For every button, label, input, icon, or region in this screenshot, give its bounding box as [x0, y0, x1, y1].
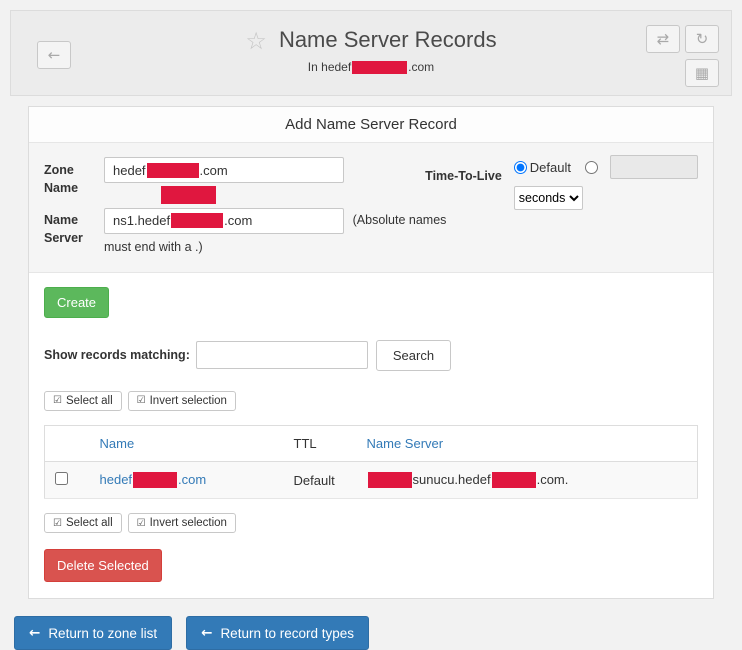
column-header-name[interactable]: Name — [90, 425, 284, 461]
select-all-label: Select all — [66, 517, 113, 529]
redaction-block — [352, 61, 407, 74]
refresh-icon: ↻ — [696, 30, 709, 48]
back-button[interactable]: ← — [37, 41, 71, 69]
header-checkbox-cell — [45, 425, 90, 461]
delete-selected-button[interactable]: Delete Selected — [44, 549, 162, 582]
add-record-form: Zone Name hedef .com Name Server ns1.hede… — [29, 143, 713, 273]
name-server-value-suffix: .com — [224, 213, 252, 228]
zone-name-value-prefix: hedef — [113, 163, 146, 178]
row-name-cell: hedef .com — [90, 461, 284, 499]
sync-icon: ⇄ — [657, 30, 670, 48]
name-server-label: Name Server — [44, 207, 104, 260]
left-arrow-icon: ← — [29, 625, 40, 641]
zone-name-input[interactable]: hedef .com — [104, 157, 344, 183]
redaction-block — [171, 213, 223, 228]
row-name-server-cell: sunucu.hedef .com. — [357, 461, 698, 499]
ttl-label: Time-To-Live — [425, 169, 502, 210]
records-table: Name TTL Name Server hedef .com Default — [44, 425, 698, 500]
select-all-button[interactable]: ☑ Select all — [44, 391, 122, 411]
page-footer: ← Return to zone list ← Return to record… — [14, 616, 728, 650]
page-title: ☆ Name Server Records — [245, 27, 496, 55]
refresh-button[interactable]: ↻ — [685, 25, 719, 53]
record-name-link[interactable]: hedef .com — [100, 472, 207, 487]
zone-name-label: Zone Name — [44, 157, 104, 205]
redaction-block — [147, 163, 199, 178]
return-to-record-types-label: Return to record types — [220, 626, 354, 641]
left-arrow-icon: ← — [201, 625, 212, 641]
return-to-zone-list-button[interactable]: ← Return to zone list — [14, 616, 172, 650]
column-header-name-server[interactable]: Name Server — [357, 425, 698, 461]
row-ttl-cell: Default — [284, 461, 357, 499]
table-header-row: Name TTL Name Server — [45, 425, 698, 461]
checkbox-icon: ☑ — [137, 395, 146, 406]
select-all-button[interactable]: ☑ Select all — [44, 513, 122, 533]
row-checkbox[interactable] — [55, 472, 68, 485]
redaction-block — [368, 472, 412, 488]
selection-controls-top: ☑ Select all ☑ Invert selection — [44, 391, 698, 411]
name-server-row: Name Server ns1.hedef.com (Absolute name… — [44, 207, 698, 260]
invert-selection-button[interactable]: ☑ Invert selection — [128, 513, 236, 533]
redaction-block — [161, 186, 216, 204]
invert-selection-button[interactable]: ☑ Invert selection — [128, 391, 236, 411]
column-header-ttl: TTL — [284, 425, 357, 461]
page-subtitle: In hedef .com — [11, 60, 731, 74]
redaction-block — [492, 472, 536, 488]
checkbox-icon: ☑ — [53, 518, 62, 529]
page-title-text: Name Server Records — [279, 27, 497, 52]
content-panel: Add Name Server Record Zone Name hedef .c… — [28, 106, 714, 599]
checkbox-icon: ☑ — [53, 395, 62, 406]
ttl-default-radio-label[interactable]: Default — [530, 160, 571, 175]
create-button[interactable]: Create — [44, 287, 109, 318]
search-button[interactable]: Search — [376, 340, 451, 371]
checkbox-icon: ☑ — [137, 518, 146, 529]
record-server-suffix: .com. — [537, 472, 569, 487]
back-arrow-icon: ← — [48, 46, 61, 64]
ttl-unit-select[interactable]: seconds — [514, 186, 583, 210]
table-row: hedef .com Default sunucu.hedef .com. — [45, 461, 698, 499]
ttl-custom-radio[interactable] — [585, 161, 598, 174]
search-label: Show records matching: — [44, 348, 190, 362]
record-server-mid: sunucu.hedef — [413, 472, 491, 487]
name-server-value-prefix: ns1.hedef — [113, 213, 170, 228]
select-all-label: Select all — [66, 395, 113, 407]
ttl-block: Time-To-Live Default seconds — [425, 155, 698, 210]
favorite-star-icon[interactable]: ☆ — [245, 27, 267, 55]
module-grid-button[interactable]: ▦ — [685, 59, 719, 87]
return-to-zone-list-label: Return to zone list — [48, 626, 157, 641]
panel-body: Create Show records matching: Search ☑ S… — [29, 273, 713, 599]
search-row: Show records matching: Search — [44, 340, 698, 371]
ttl-value-input[interactable] — [610, 155, 698, 179]
selection-controls-bottom: ☑ Select all ☑ Invert selection — [44, 513, 698, 533]
subtitle-suffix: .com — [408, 60, 434, 74]
zone-name-value-suffix: .com — [200, 163, 228, 178]
page-header: ← ☆ Name Server Records In hedef .com ⇄ ↻ … — [10, 10, 732, 96]
search-input[interactable] — [196, 341, 368, 369]
invert-selection-label: Invert selection — [150, 395, 227, 407]
name-server-input[interactable]: ns1.hedef .com — [104, 208, 344, 234]
title-wrap: ☆ Name Server Records In hedef .com — [11, 11, 731, 74]
header-actions: ⇄ ↻ ▦ — [646, 25, 719, 87]
page: ← ☆ Name Server Records In hedef .com ⇄ ↻ … — [0, 0, 742, 650]
return-to-record-types-button[interactable]: ← Return to record types — [186, 616, 369, 650]
ttl-default-radio[interactable] — [514, 161, 527, 174]
sync-button[interactable]: ⇄ — [646, 25, 680, 53]
record-name-prefix: hedef — [100, 472, 133, 487]
panel-title: Add Name Server Record — [29, 107, 713, 143]
record-name-suffix: .com — [178, 472, 206, 487]
redaction-block — [133, 472, 177, 488]
grid-icon: ▦ — [695, 64, 709, 82]
subtitle-prefix: In hedef — [308, 60, 351, 74]
invert-selection-label: Invert selection — [150, 517, 227, 529]
